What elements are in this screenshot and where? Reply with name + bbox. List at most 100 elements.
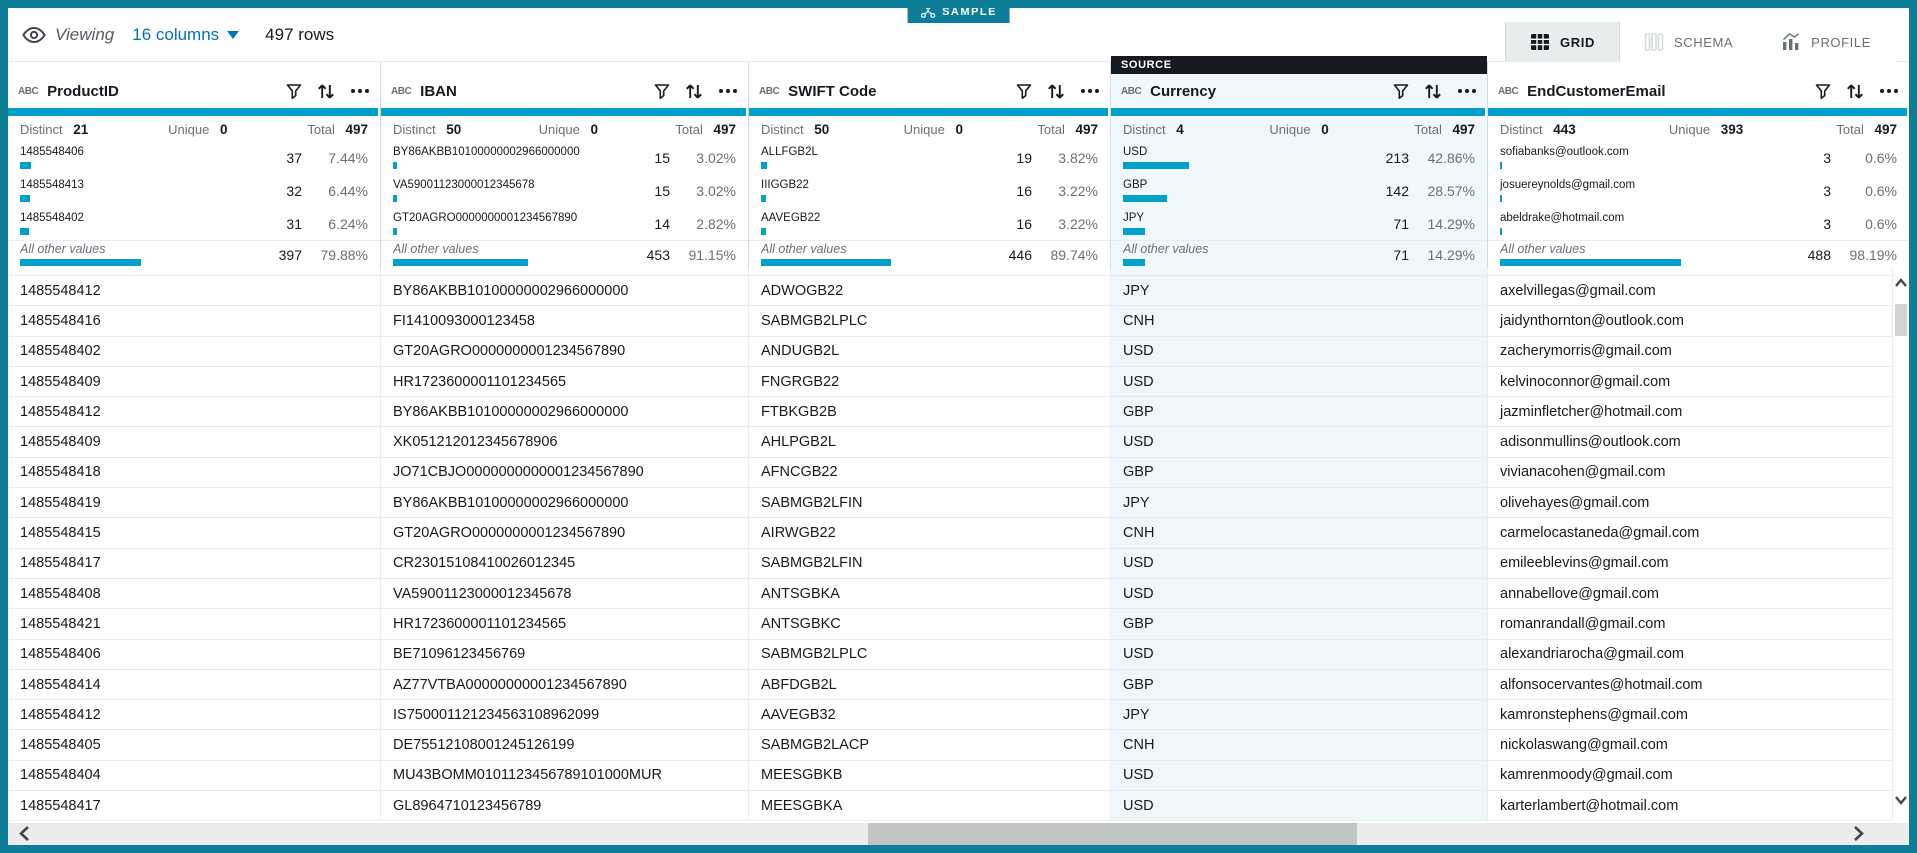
filter-icon[interactable]: [654, 83, 670, 100]
table-cell[interactable]: JPY: [1111, 276, 1488, 307]
table-cell[interactable]: axelvillegas@gmail.com: [1488, 276, 1893, 307]
sort-icon[interactable]: [1846, 83, 1864, 100]
all-other-values-row[interactable]: All other values 446 89.74%: [749, 240, 1110, 268]
top-value-row[interactable]: IIIGGB22 16 3.22%: [761, 174, 1098, 207]
all-other-values-row[interactable]: All other values 488 98.19%: [1488, 240, 1909, 268]
table-row[interactable]: 1485548412 IS750001121234563108962099 AAVE…: [8, 700, 1909, 731]
column-header[interactable]: ABC ProductID: [8, 62, 380, 108]
table-cell[interactable]: GL8964710123456789: [381, 791, 749, 822]
table-cell[interactable]: 1485548418: [8, 457, 381, 489]
table-cell[interactable]: FI1410093000123458: [381, 306, 749, 337]
tab-schema[interactable]: SCHEMA: [1619, 22, 1758, 62]
table-cell[interactable]: ABFDGB2L: [749, 669, 1111, 701]
table-row[interactable]: 1485548417 CR23015108410026012345 SABMGB2L…: [8, 548, 1909, 579]
table-row[interactable]: 1485548415 GT20AGRO0000000001234567890 AIR…: [8, 518, 1909, 549]
top-value-row[interactable]: GT20AGRO0000000001234567890 14 2.82%: [393, 207, 736, 240]
all-other-values-row[interactable]: All other values 397 79.88%: [8, 240, 380, 268]
table-cell[interactable]: jaidynthornton@outlook.com: [1488, 306, 1893, 337]
table-cell[interactable]: USD: [1111, 760, 1488, 792]
sort-icon[interactable]: [1424, 83, 1442, 100]
table-cell[interactable]: GBP: [1111, 457, 1488, 489]
table-cell[interactable]: CNH: [1111, 518, 1488, 549]
more-options-icon[interactable]: [1080, 88, 1100, 94]
scroll-up-icon[interactable]: [1894, 276, 1908, 294]
table-cell[interactable]: 1485548409: [8, 427, 381, 458]
table-row[interactable]: 1485548412 BY86AKBB10100000002966000000 AD…: [8, 276, 1909, 307]
table-cell[interactable]: GBP: [1111, 609, 1488, 640]
table-row[interactable]: 1485548421 HR1723600001101234565 ANTSGBKC G…: [8, 609, 1909, 640]
table-cell[interactable]: JO71CBJO0000000000001234567890: [381, 457, 749, 489]
table-row[interactable]: 1485548418 JO71CBJO0000000000001234567890…: [8, 457, 1909, 489]
table-cell[interactable]: romanrandall@gmail.com: [1488, 609, 1893, 640]
table-cell[interactable]: GT20AGRO0000000001234567890: [381, 336, 749, 367]
top-value-row[interactable]: JPY 71 14.29%: [1123, 207, 1475, 240]
table-cell[interactable]: CR23015108410026012345: [381, 548, 749, 579]
filter-icon[interactable]: [1815, 83, 1831, 100]
vertical-scroll-thumb[interactable]: [1895, 304, 1907, 336]
table-row[interactable]: 1485548405 DE75512108001245126199 SABMGB2L…: [8, 730, 1909, 761]
sort-icon[interactable]: [685, 83, 703, 100]
tab-profile[interactable]: PROFILE: [1757, 22, 1895, 62]
table-cell[interactable]: MU43BOMM0101123456789101000MUR: [381, 760, 749, 792]
table-cell[interactable]: USD: [1111, 366, 1488, 398]
table-cell[interactable]: kamronstephens@gmail.com: [1488, 700, 1893, 731]
table-cell[interactable]: annabellove@gmail.com: [1488, 578, 1893, 610]
table-cell[interactable]: USD: [1111, 791, 1488, 822]
table-cell[interactable]: FNGRGB22: [749, 366, 1111, 398]
top-value-row[interactable]: sofiabanks@outlook.com 3 0.6%: [1500, 141, 1897, 174]
table-cell[interactable]: USD: [1111, 427, 1488, 458]
table-cell[interactable]: 1485548409: [8, 366, 381, 398]
table-cell[interactable]: adisonmullins@outlook.com: [1488, 427, 1893, 458]
table-cell[interactable]: CNH: [1111, 306, 1488, 337]
filter-icon[interactable]: [1016, 83, 1032, 100]
top-value-row[interactable]: 1485548413 32 6.44%: [20, 174, 368, 207]
table-cell[interactable]: 1485548405: [8, 730, 381, 761]
table-cell[interactable]: SABMGB2LFIN: [749, 488, 1111, 519]
table-row[interactable]: 1485548416 FI1410093000123458 SABMGB2LPLC C…: [8, 306, 1909, 337]
all-other-values-row[interactable]: All other values 71 14.29%: [1111, 240, 1487, 268]
table-cell[interactable]: ADWOGB22: [749, 276, 1111, 307]
table-cell[interactable]: 1485548412: [8, 700, 381, 731]
table-cell[interactable]: 1485548412: [8, 397, 381, 428]
table-cell[interactable]: 1485548416: [8, 306, 381, 337]
table-cell[interactable]: JPY: [1111, 700, 1488, 731]
table-cell[interactable]: SABMGB2LPLC: [749, 306, 1111, 337]
sort-icon[interactable]: [1047, 83, 1065, 100]
table-cell[interactable]: XK051212012345678906: [381, 427, 749, 458]
more-options-icon[interactable]: [1879, 88, 1899, 94]
table-cell[interactable]: karterlambert@hotmail.com: [1488, 791, 1893, 822]
top-value-row[interactable]: josuereynolds@gmail.com 3 0.6%: [1500, 174, 1897, 207]
table-row[interactable]: 1485548412 BY86AKBB10100000002966000000 FT…: [8, 397, 1909, 428]
table-cell[interactable]: USD: [1111, 548, 1488, 579]
table-cell[interactable]: USD: [1111, 336, 1488, 367]
table-cell[interactable]: 1485548414: [8, 669, 381, 701]
horizontal-scroll-thumb[interactable]: [868, 823, 1357, 845]
table-row[interactable]: 1485548404 MU43BOMM0101123456789101000MUR…: [8, 760, 1909, 792]
table-cell[interactable]: ANDUGB2L: [749, 336, 1111, 367]
vertical-scrollbar[interactable]: [1893, 268, 1909, 823]
table-cell[interactable]: AIRWGB22: [749, 518, 1111, 549]
scroll-down-icon[interactable]: [1894, 793, 1908, 811]
table-cell[interactable]: alexandriarocha@gmail.com: [1488, 639, 1893, 670]
table-cell[interactable]: carmelocastaneda@gmail.com: [1488, 518, 1893, 549]
top-value-row[interactable]: 1485548406 37 7.44%: [20, 141, 368, 174]
table-row[interactable]: 1485548409 XK051212012345678906 AHLPGB2L US…: [8, 427, 1909, 458]
table-cell[interactable]: AFNCGB22: [749, 457, 1111, 489]
top-value-row[interactable]: AAVEGB22 16 3.22%: [761, 207, 1098, 240]
table-cell[interactable]: JPY: [1111, 488, 1488, 519]
table-cell[interactable]: olivehayes@gmail.com: [1488, 488, 1893, 519]
table-cell[interactable]: jazminfletcher@hotmail.com: [1488, 397, 1893, 428]
table-cell[interactable]: USD: [1111, 578, 1488, 610]
table-cell[interactable]: GBP: [1111, 397, 1488, 428]
table-row[interactable]: 1485548419 BY86AKBB10100000002966000000 SA…: [8, 488, 1909, 519]
table-cell[interactable]: ANTSGBKC: [749, 609, 1111, 640]
table-row[interactable]: 1485548402 GT20AGRO0000000001234567890 AND…: [8, 336, 1909, 367]
table-cell[interactable]: 1485548417: [8, 548, 381, 579]
table-cell[interactable]: HR1723600001101234565: [381, 609, 749, 640]
table-row[interactable]: 1485548409 HR1723600001101234565 FNGRGB22 U…: [8, 366, 1909, 398]
top-value-row[interactable]: ALLFGB2L 19 3.82%: [761, 141, 1098, 174]
table-row[interactable]: 1485548406 BE71096123456769 SABMGB2LPLC USD…: [8, 639, 1909, 670]
table-cell[interactable]: 1485548408: [8, 578, 381, 610]
table-row[interactable]: 1485548414 AZ77VTBA00000000001234567890 AB…: [8, 669, 1909, 701]
column-header[interactable]: ABC SWIFT Code: [749, 62, 1110, 108]
